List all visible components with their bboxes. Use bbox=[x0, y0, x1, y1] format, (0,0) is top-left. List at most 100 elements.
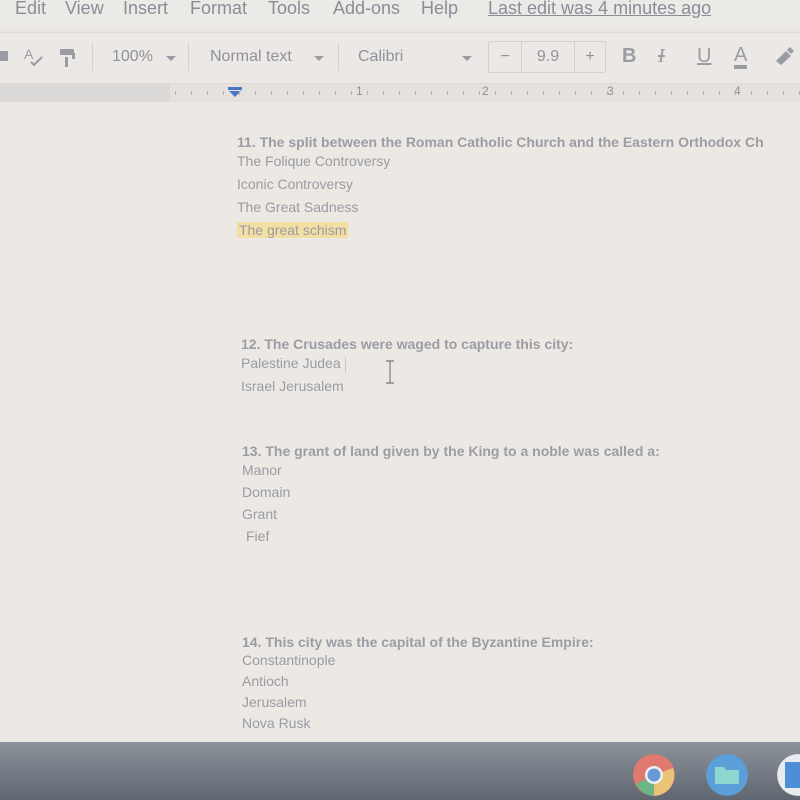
paint-format-icon[interactable] bbox=[58, 47, 78, 69]
question-14: 14. This city was the capital of the Byz… bbox=[242, 634, 594, 734]
ruler-tick bbox=[751, 91, 752, 95]
ruler-tick bbox=[271, 91, 272, 95]
ruler-tick bbox=[639, 91, 640, 95]
ruler-tick bbox=[783, 91, 784, 95]
zoom-caret-icon[interactable] bbox=[166, 56, 176, 61]
ruler-tick bbox=[687, 91, 688, 95]
toolbar: A 100% Normal text Calibri − 9.9 + B I U… bbox=[0, 32, 800, 84]
ruler-tick bbox=[719, 91, 720, 95]
taskbar bbox=[0, 742, 800, 800]
ruler-label: 3 bbox=[607, 84, 614, 98]
ruler-tick bbox=[191, 91, 192, 95]
spellcheck-icon[interactable]: A bbox=[22, 45, 44, 67]
last-edit-link[interactable]: Last edit was 4 minutes ago bbox=[488, 0, 711, 19]
answer-option[interactable]: Jerusalem bbox=[242, 692, 594, 713]
question-prompt: 12. The Crusades were waged to capture t… bbox=[241, 336, 574, 352]
italic-button[interactable]: I bbox=[658, 45, 665, 68]
highlight-pen-icon[interactable] bbox=[774, 45, 796, 65]
ruler-tick bbox=[239, 91, 240, 95]
answer-option[interactable]: Constantinople bbox=[242, 650, 594, 671]
ruler-tick bbox=[623, 91, 624, 95]
text-color-button[interactable]: A bbox=[734, 45, 748, 69]
ruler-tick bbox=[223, 91, 224, 95]
style-select[interactable]: Normal text bbox=[210, 48, 292, 66]
ruler-tick bbox=[495, 91, 496, 95]
ruler-tick bbox=[287, 91, 288, 95]
ruler-label: 1 bbox=[356, 84, 363, 98]
question-prompt: 13. The grant of land given by the King … bbox=[242, 443, 660, 459]
ruler-tick bbox=[591, 91, 592, 95]
ruler-tick bbox=[399, 91, 400, 95]
bold-button[interactable]: B bbox=[622, 45, 636, 68]
answer-option[interactable]: The Folique Controversy bbox=[237, 150, 764, 173]
ruler[interactable]: 1 2 3 4 bbox=[0, 84, 800, 102]
text-cursor bbox=[344, 356, 346, 372]
ibeam-cursor-icon bbox=[386, 360, 394, 384]
question-prompt: 14. This city was the capital of the Byz… bbox=[242, 634, 594, 650]
ruler-tick bbox=[447, 91, 448, 95]
ruler-tick bbox=[415, 91, 416, 95]
answer-option[interactable]: Israel Jerusalem bbox=[241, 375, 573, 398]
style-caret-icon[interactable] bbox=[314, 56, 324, 61]
ruler-tick bbox=[463, 91, 464, 95]
ruler-tick bbox=[175, 91, 176, 95]
ruler-tick bbox=[543, 91, 544, 95]
ruler-tick bbox=[255, 91, 256, 95]
ruler-tick bbox=[383, 91, 384, 95]
question-12: 12. The Crusades were waged to capture t… bbox=[241, 336, 573, 398]
question-11: 11. The split between the Roman Catholic… bbox=[237, 134, 764, 242]
menu-edit[interactable]: Edit bbox=[15, 0, 46, 19]
answer-option[interactable]: Nova Rusk bbox=[242, 713, 594, 734]
ruler-tick bbox=[527, 91, 528, 95]
answer-option[interactable]: Palestine Judea bbox=[241, 355, 341, 371]
decrease-font-size-button[interactable]: − bbox=[489, 42, 521, 72]
highlighted-answer[interactable]: The great schism bbox=[237, 222, 349, 238]
print-icon[interactable] bbox=[0, 47, 10, 67]
ruler-tick bbox=[559, 91, 560, 95]
toolbar-divider bbox=[92, 43, 93, 71]
ruler-tick bbox=[703, 91, 704, 95]
menu-view[interactable]: View bbox=[65, 0, 104, 19]
font-size-input[interactable]: 9.9 bbox=[522, 42, 574, 72]
ruler-tick bbox=[335, 91, 336, 95]
chrome-icon[interactable] bbox=[633, 754, 675, 796]
menu-insert[interactable]: Insert bbox=[123, 0, 168, 19]
ruler-label: 2 bbox=[482, 84, 489, 98]
answer-option[interactable]: Iconic Controversy bbox=[237, 173, 764, 196]
toolbar-divider bbox=[338, 43, 339, 71]
svg-text:A: A bbox=[24, 46, 34, 62]
ruler-tick bbox=[575, 91, 576, 95]
answer-option[interactable]: Grant bbox=[242, 503, 660, 525]
ruler-tick bbox=[607, 91, 608, 95]
ruler-tick bbox=[351, 91, 352, 95]
ruler-tick bbox=[431, 91, 432, 95]
ruler-tick bbox=[319, 91, 320, 95]
ruler-tick bbox=[511, 91, 512, 95]
font-size-stepper: − 9.9 + bbox=[488, 41, 606, 73]
menu-help[interactable]: Help bbox=[421, 0, 458, 19]
font-select[interactable]: Calibri bbox=[358, 48, 403, 66]
answer-option[interactable]: Manor bbox=[242, 459, 660, 481]
question-13: 13. The grant of land given by the King … bbox=[242, 443, 660, 547]
question-prompt: 11. The split between the Roman Catholic… bbox=[237, 134, 764, 150]
menu-bar: Edit View Insert Format Tools Add-ons He… bbox=[0, 0, 800, 30]
answer-option[interactable]: The Great Sadness bbox=[237, 196, 764, 219]
ruler-tick bbox=[207, 91, 208, 95]
font-caret-icon[interactable] bbox=[462, 56, 472, 61]
files-icon[interactable] bbox=[706, 754, 748, 796]
ruler-tick bbox=[767, 91, 768, 95]
menu-format[interactable]: Format bbox=[190, 0, 247, 19]
answer-option[interactable]: Domain bbox=[242, 481, 660, 503]
ruler-tick bbox=[671, 91, 672, 95]
underline-button[interactable]: U bbox=[697, 45, 711, 68]
ruler-tick bbox=[655, 91, 656, 95]
answer-option[interactable]: Antioch bbox=[242, 671, 594, 692]
toolbar-divider bbox=[188, 43, 189, 71]
answer-option[interactable]: Fief bbox=[242, 525, 660, 547]
zoom-select[interactable]: 100% bbox=[112, 48, 153, 66]
ruler-tick bbox=[303, 91, 304, 95]
increase-font-size-button[interactable]: + bbox=[575, 42, 605, 72]
menu-addons[interactable]: Add-ons bbox=[333, 0, 400, 19]
docs-icon[interactable] bbox=[777, 754, 800, 796]
menu-tools[interactable]: Tools bbox=[268, 0, 310, 19]
